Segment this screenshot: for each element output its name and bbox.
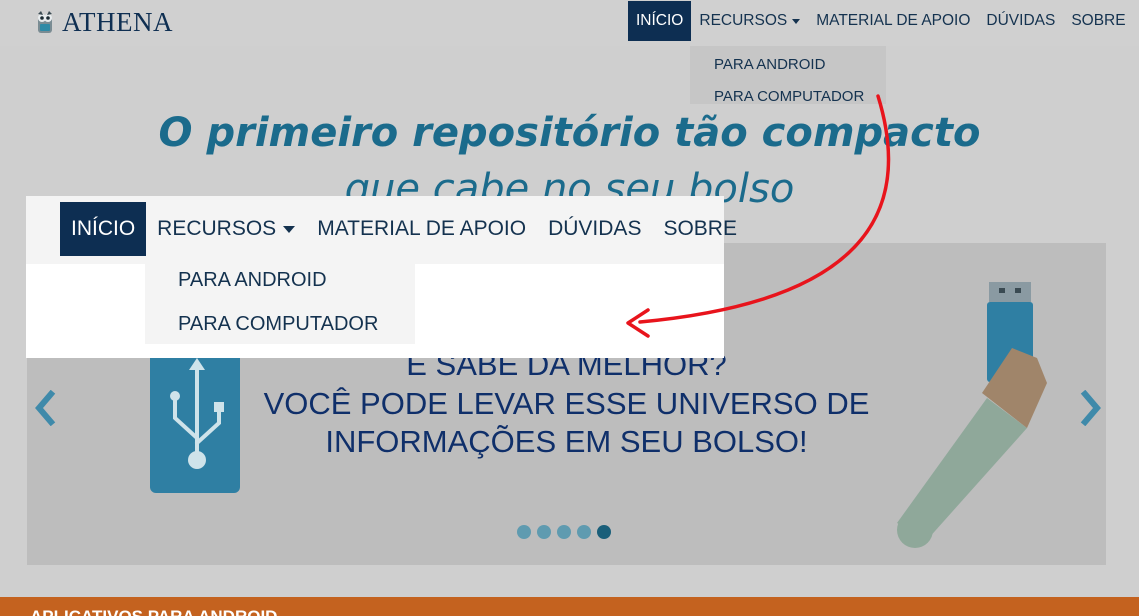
- nav-item-label: SOBRE: [1071, 12, 1126, 29]
- carousel-prev-button[interactable]: [31, 389, 59, 427]
- navbar: ATHENA INÍCIO RECURSOS MATERIAL DE APOIO…: [0, 0, 1139, 46]
- nav-item-label: INÍCIO: [71, 217, 136, 240]
- nav-item-label: RECURSOS: [699, 12, 788, 29]
- chevron-left-icon: [35, 389, 56, 427]
- main-nav: INÍCIO RECURSOS MATERIAL DE APOIO DÚVIDA…: [628, 1, 1134, 41]
- nav-item-label: SOBRE: [663, 217, 737, 240]
- carousel-next-button[interactable]: [1077, 389, 1105, 427]
- carousel-indicator-active[interactable]: [597, 525, 611, 539]
- carousel-indicator[interactable]: [577, 525, 591, 539]
- recursos-dropdown-menu: PARA ANDROID PARA COMPUTADOR: [690, 46, 886, 105]
- zoomed-nav-item-inicio[interactable]: INÍCIO: [60, 202, 147, 256]
- nav-item-label: MATERIAL DE APOIO: [317, 217, 527, 240]
- owl-icon: [38, 11, 52, 33]
- zoomed-dropdown-item-para-android[interactable]: PARA ANDROID: [178, 269, 327, 292]
- brand[interactable]: ATHENA: [36, 6, 173, 38]
- nav-item-label: RECURSOS: [157, 217, 277, 240]
- caret-down-icon: [283, 225, 296, 233]
- carousel-indicators: [517, 525, 611, 539]
- section-band: APLICATIVOS PARA ANDROID: [0, 597, 1139, 616]
- zoomed-dropdown-item-para-computador[interactable]: PARA COMPUTADOR: [178, 313, 378, 336]
- slide-text-line-2: VOCÊ PODE LEVAR ESSE UNIVERSO DE: [263, 386, 870, 421]
- nav-item-label: DÚVIDAS: [986, 12, 1056, 29]
- slide-text-line-3: INFORMAÇÕES EM SEU BOLSO!: [325, 424, 808, 459]
- zoomed-nav-item-recursos[interactable]: RECURSOS: [146, 202, 306, 256]
- nav-item-label: MATERIAL DE APOIO: [816, 12, 971, 29]
- carousel-indicator[interactable]: [557, 525, 571, 539]
- nav-item-duvidas[interactable]: DÚVIDAS: [978, 1, 1063, 41]
- zoomed-nav-item-duvidas[interactable]: DÚVIDAS: [537, 202, 652, 256]
- hero-heading-line-1: O primeiro repositório tão compacto: [158, 110, 981, 156]
- brand-name: ATHENA: [62, 6, 173, 37]
- nav-item-inicio[interactable]: INÍCIO: [628, 1, 692, 41]
- nav-item-material-de-apoio[interactable]: MATERIAL DE APOIO: [808, 1, 978, 41]
- carousel-indicator[interactable]: [537, 525, 551, 539]
- chevron-right-icon: [1080, 389, 1101, 427]
- dropdown-item-para-computador[interactable]: PARA COMPUTADOR: [690, 80, 886, 112]
- zoomed-nav-callout: INÍCIO RECURSOS MATERIAL DE APOIO DÚVIDA…: [26, 196, 737, 358]
- zoomed-nav-item-sobre[interactable]: SOBRE: [652, 202, 748, 256]
- zoomed-dropdown-menu: PARA ANDROID PARA COMPUTADOR: [145, 264, 415, 344]
- zoomed-main-nav: INÍCIO RECURSOS MATERIAL DE APOIO DÚVIDA…: [60, 202, 748, 256]
- zoomed-nav-item-material-de-apoio[interactable]: MATERIAL DE APOIO: [306, 202, 537, 256]
- nav-item-label: INÍCIO: [636, 12, 684, 29]
- nav-item-label: DÚVIDAS: [548, 217, 642, 240]
- nav-item-recursos[interactable]: RECURSOS: [691, 1, 808, 41]
- carousel-indicator[interactable]: [517, 525, 531, 539]
- caret-down-icon: [792, 18, 801, 24]
- section-title: APLICATIVOS PARA ANDROID: [30, 607, 277, 616]
- nav-item-sobre[interactable]: SOBRE: [1063, 1, 1133, 41]
- dropdown-item-para-android[interactable]: PARA ANDROID: [690, 48, 886, 80]
